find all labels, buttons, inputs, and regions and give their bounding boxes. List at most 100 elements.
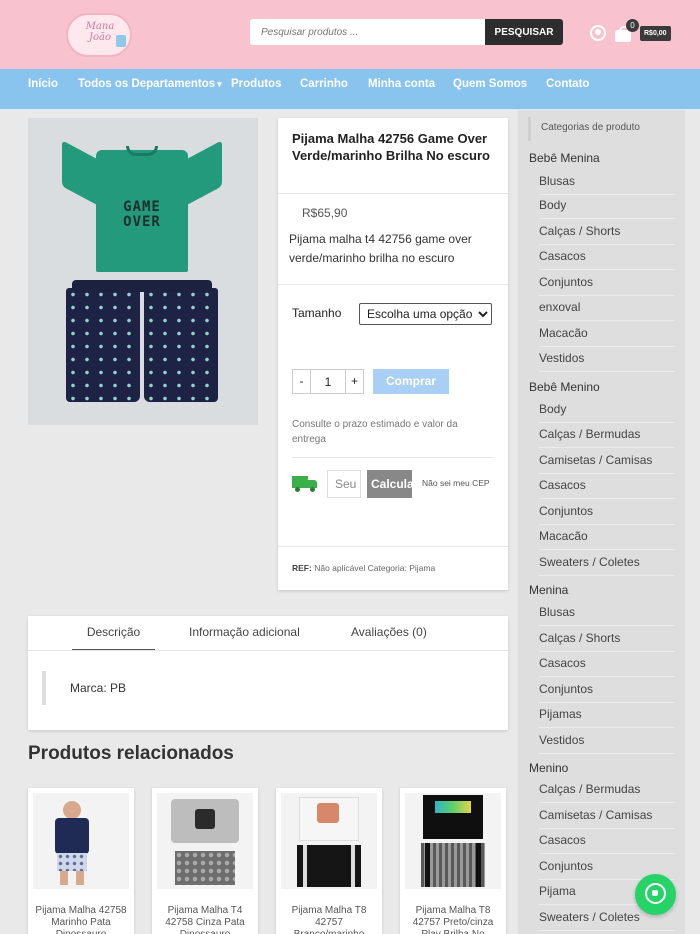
shirt-print: GAME OVER bbox=[123, 199, 161, 230]
calculate-shipping-button[interactable]: Calcular bbox=[367, 470, 412, 498]
quote-bar bbox=[42, 671, 46, 705]
sidebar-subcategory[interactable]: Vestidos bbox=[539, 351, 675, 372]
related-product-image[interactable] bbox=[33, 793, 129, 889]
sidebar-subcategory[interactable]: Conjuntos bbox=[539, 275, 675, 296]
category-label: Categoria: bbox=[367, 563, 407, 573]
site-logo[interactable]: Mana João bbox=[66, 13, 132, 57]
sidebar-subcategory[interactable]: Calças / Bermudas bbox=[539, 427, 675, 448]
sidebar-subcategory[interactable]: Body bbox=[539, 198, 675, 219]
related-product-card[interactable]: Pijama Malha T8 42757 Preto/cinza Play B… bbox=[400, 788, 506, 934]
quantity-decrease-button[interactable]: - bbox=[292, 369, 311, 394]
related-product-image[interactable] bbox=[405, 793, 501, 889]
nav-item-departamentos[interactable]: Todos os Departamentos ▾ bbox=[78, 69, 222, 109]
tab-content-text: Marca: PB bbox=[70, 681, 127, 695]
sidebar-subcategory[interactable]: Sweaters / Coletes bbox=[539, 555, 675, 576]
sidebar-subcategory[interactable]: Casacos bbox=[539, 478, 675, 499]
related-product-card[interactable]: Pijama Malha 42758 Marinho Pata Dinossau… bbox=[28, 788, 134, 934]
ref-value: Não aplicável bbox=[314, 563, 366, 573]
divider bbox=[292, 457, 494, 458]
shorts-leg-left bbox=[66, 288, 140, 402]
search-input[interactable] bbox=[250, 19, 486, 45]
sidebar-subcategory[interactable]: Casacos bbox=[539, 656, 675, 677]
sidebar-category-bebe-menino[interactable]: Bebê Menino bbox=[529, 380, 600, 394]
shipping-note: Consulte o prazo estimado e valor da ent… bbox=[292, 419, 458, 445]
sidebar-subcategory[interactable]: Casacos bbox=[539, 249, 675, 270]
sidebar-subcategory[interactable]: Calças / Shorts bbox=[539, 631, 675, 652]
product-title: Pijama Malha 42756 Game Over Verde/marin… bbox=[292, 131, 490, 163]
cart-total[interactable]: R$0,00 bbox=[640, 26, 671, 41]
related-product-name[interactable]: Pijama Malha T4 42758 Cinza Pata Dinossa… bbox=[156, 905, 254, 934]
divider bbox=[278, 193, 508, 194]
related-product-name[interactable]: Pijama Malha T8 42757 Preto/cinza Play B… bbox=[404, 905, 502, 934]
cep-lookup-link[interactable]: Não sei meu CEP bbox=[422, 478, 490, 488]
sidebar-subcategory[interactable]: Conjuntos bbox=[539, 682, 675, 703]
search-button[interactable]: PESQUISAR bbox=[485, 19, 563, 45]
cart-count-badge: 0 bbox=[626, 19, 639, 32]
whatsapp-icon[interactable] bbox=[635, 874, 676, 915]
related-product-card[interactable]: Pijama Malha T4 42758 Cinza Pata Dinossa… bbox=[152, 788, 258, 934]
truck-icon bbox=[292, 476, 318, 492]
sidebar-subcategory[interactable]: Camisetas / Camisas bbox=[539, 453, 675, 474]
shorts-waistband bbox=[72, 280, 212, 292]
product-short-description: Pijama malha t4 42756 game over verde/ma… bbox=[289, 232, 472, 265]
size-label: Tamanho bbox=[292, 306, 342, 320]
sidebar-subcategory[interactable]: Body bbox=[539, 402, 675, 423]
sidebar-subcategory[interactable]: Calças / Shorts bbox=[539, 224, 675, 245]
tab-avaliacoes[interactable]: Avaliações (0) bbox=[351, 616, 427, 651]
nav-item-inicio[interactable]: Início bbox=[28, 69, 58, 109]
logo-badge bbox=[116, 35, 126, 47]
sidebar-subcategory[interactable]: enxoval bbox=[539, 300, 675, 321]
user-account-icon[interactable] bbox=[590, 25, 606, 41]
related-product-card[interactable]: Pijama Malha T8 42757 Branco/marinho bbox=[276, 788, 382, 934]
nav-item-carrinho[interactable]: Carrinho bbox=[300, 69, 348, 109]
divider bbox=[278, 284, 508, 285]
sidebar-subcategory[interactable]: Pijamas bbox=[539, 707, 675, 728]
product-price: R$65,90 bbox=[302, 206, 348, 220]
sidebar-category-menina[interactable]: Menina bbox=[529, 583, 568, 597]
sidebar-category-menino[interactable]: Menino bbox=[529, 761, 568, 775]
nav-item-departamentos-label: Todos os Departamentos bbox=[78, 78, 216, 90]
related-product-image[interactable] bbox=[281, 793, 377, 889]
nav-item-produtos[interactable]: Produtos bbox=[231, 69, 281, 109]
main-nav: Início Todos os Departamentos ▾ Produtos … bbox=[0, 69, 700, 109]
divider bbox=[278, 546, 508, 547]
related-product-image[interactable] bbox=[157, 793, 253, 889]
nav-item-contato[interactable]: Contato bbox=[546, 69, 589, 109]
quantity-increase-button[interactable]: + bbox=[345, 369, 364, 394]
buy-button[interactable]: Comprar bbox=[373, 369, 449, 394]
logo-text: Mana João bbox=[85, 21, 115, 43]
shorts-illustration bbox=[62, 280, 222, 402]
product-tabs: Descrição Informação adicional Avaliaçõe… bbox=[28, 616, 508, 730]
header-bar: Mana João PESQUISAR 0 R$0,00 bbox=[0, 0, 700, 69]
nav-item-quem-somos[interactable]: Quem Somos bbox=[453, 69, 527, 109]
related-product-name[interactable]: Pijama Malha T8 42757 Branco/marinho bbox=[280, 905, 378, 934]
ref-label: REF: bbox=[292, 563, 312, 573]
size-select[interactable]: Escolha uma opção bbox=[359, 303, 492, 325]
category-sidebar: Categorias de produto Bebê Menina Blusas… bbox=[518, 110, 685, 934]
sidebar-subcategory[interactable]: Macacão bbox=[539, 326, 675, 347]
nav-item-minha-conta[interactable]: Minha conta bbox=[368, 69, 435, 109]
sidebar-subcategory[interactable]: Blusas bbox=[539, 605, 675, 626]
sidebar-category-bebe-menina[interactable]: Bebê Menina bbox=[529, 151, 600, 165]
related-product-name[interactable]: Pijama Malha 42758 Marinho Pata Dinossau… bbox=[32, 905, 130, 934]
sidebar-subcategory[interactable]: Conjuntos bbox=[539, 504, 675, 525]
tab-descricao[interactable]: Descrição bbox=[72, 616, 155, 651]
quantity-input[interactable] bbox=[311, 369, 345, 394]
related-products-title: Produtos relacionados bbox=[28, 743, 234, 764]
sidebar-subcategory[interactable]: Macacão bbox=[539, 529, 675, 550]
shorts-leg-right bbox=[144, 288, 218, 402]
product-summary: Pijama Malha 42756 Game Over Verde/marin… bbox=[278, 118, 508, 590]
tab-informacao-adicional[interactable]: Informação adicional bbox=[189, 616, 300, 651]
sidebar-subcategory[interactable]: Calças / Bermudas bbox=[539, 782, 675, 803]
sidebar-subcategory[interactable]: Blusas bbox=[539, 174, 675, 195]
chevron-down-icon: ▾ bbox=[217, 79, 222, 89]
product-image[interactable]: GAME OVER bbox=[28, 118, 258, 425]
category-link[interactable]: Pijama bbox=[409, 563, 435, 573]
sidebar-subcategory[interactable]: Vestidos bbox=[539, 733, 675, 754]
shirt-illustration: GAME OVER bbox=[62, 140, 222, 272]
sidebar-subcategory[interactable]: Casacos bbox=[539, 833, 675, 854]
cep-input[interactable] bbox=[327, 470, 361, 498]
sidebar-heading: Categorias de produto bbox=[528, 117, 673, 141]
sidebar-subcategory[interactable]: Camisetas / Camisas bbox=[539, 808, 675, 829]
product-meta: REF: Não aplicável Categoria: Pijama bbox=[292, 563, 435, 573]
